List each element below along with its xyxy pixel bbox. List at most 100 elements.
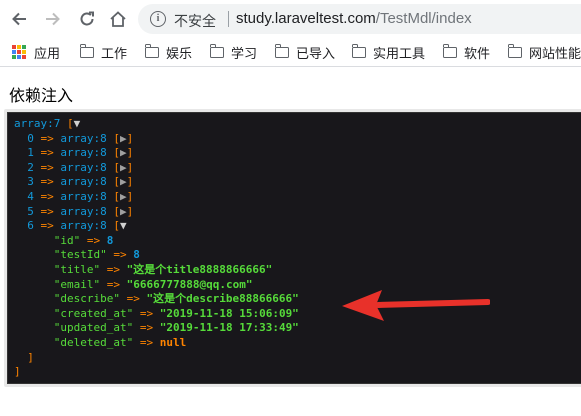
dump-field-value: "这是个describe88866666" [146, 292, 299, 306]
dump-item-index: 0 [27, 131, 34, 145]
bookmarks-bar: 应用 工作 娱乐 学习 已导入 实用工具 软件 网站性能 [0, 38, 581, 67]
collapsed-toggle-icon[interactable]: ▶ [120, 132, 127, 145]
dump-open-bracket: [ [113, 131, 120, 145]
dump-field-key: "email" [53, 277, 101, 291]
expanded-toggle-icon[interactable]: ▼ [120, 219, 127, 232]
folder-icon [507, 43, 522, 58]
dump-field-value: "2019-11-18 15:06:09" [159, 306, 299, 320]
dump-arrow: => [40, 160, 54, 174]
dump-close-bracket: ] [126, 131, 134, 145]
url-text[interactable]: study.laraveltest.com/TestMdl/index [236, 10, 472, 27]
dump-open-bracket: [ [113, 175, 120, 189]
dump-arrow: => [40, 219, 54, 233]
bookmark-apps[interactable]: 应用 [12, 43, 60, 61]
dump-field-key: "title" [53, 262, 101, 276]
dump-item-type: array:8 [60, 160, 107, 174]
dump-item-line: 2 => array:8 [▶] [14, 161, 581, 176]
collapsed-toggle-icon[interactable]: ▶ [120, 146, 127, 159]
dump-open-bracket: [ [113, 204, 120, 218]
dump-arrow: => [106, 262, 120, 276]
dump-item-type: array:8 [60, 175, 107, 189]
address-bar[interactable]: i 不安全 study.laraveltest.com/TestMdl/inde… [138, 4, 581, 34]
dump-close-bracket: ] [126, 204, 134, 218]
folder-icon [351, 43, 366, 58]
dump-arrow: => [40, 131, 54, 145]
dump-open-bracket: [ [113, 146, 120, 160]
dump-arrow: => [40, 204, 54, 218]
bookmark-label: 娱乐 [166, 45, 193, 61]
browser-toolbar: i 不安全 study.laraveltest.com/TestMdl/inde… [0, 0, 581, 38]
dump-item-type: array:8 [60, 204, 107, 218]
dump-arrow: => [40, 175, 54, 189]
collapsed-toggle-icon[interactable]: ▶ [120, 205, 127, 218]
dump-item-index: 2 [27, 160, 34, 174]
dump-field-value: null [159, 335, 187, 349]
bookmark-folder-software[interactable]: 软件 [442, 43, 490, 61]
dump-items: 0 => array:8 [▶] 1 => array:8 [▶] 2 => a… [14, 132, 581, 366]
bookmark-label: 学习 [231, 45, 258, 61]
dump-arrow: => [40, 189, 54, 203]
collapsed-toggle-icon[interactable]: ▶ [120, 190, 127, 203]
dump-field-line: "describe" => "这是个describe88866666" [14, 292, 581, 307]
dump-item-index: 3 [27, 175, 34, 189]
address-separator [228, 11, 229, 27]
bookmark-folder-tools[interactable]: 实用工具 [351, 43, 425, 61]
dump-field-line: "created_at" => "2019-11-18 15:06:09" [14, 307, 581, 322]
dump-close-bracket: ] [126, 146, 134, 160]
folder-icon [79, 43, 94, 58]
annotation-arrow [342, 290, 490, 321]
dump-arrow: => [139, 335, 154, 349]
bookmark-label: 应用 [34, 45, 61, 61]
dump-field-value: "2019-11-18 17:33:49" [159, 321, 299, 335]
folder-icon [442, 43, 457, 58]
dump-open-bracket: [ [113, 189, 120, 203]
dump-item-line: 3 => array:8 [▶] [14, 175, 581, 190]
insecure-label[interactable]: 不安全 [174, 11, 216, 31]
folder-icon [274, 43, 289, 58]
dump-field-line: "title" => "这是个title8888866666" [14, 263, 581, 278]
dump-item-type: array:8 [60, 189, 107, 203]
dump-arrow: => [86, 233, 101, 247]
dump-close-bracket: ] [27, 350, 34, 364]
bookmark-folder-study[interactable]: 学习 [209, 43, 258, 61]
forward-arrow-icon[interactable] [42, 8, 64, 30]
expanded-toggle-icon[interactable]: ▼ [74, 117, 81, 130]
dump-item-index: 4 [27, 189, 34, 203]
reload-icon[interactable] [76, 8, 98, 30]
bookmark-folder-site-performance[interactable]: 网站性能 [507, 43, 581, 61]
dump-arrow: => [106, 277, 120, 291]
folder-icon [144, 43, 159, 58]
dump-item-line: 4 => array:8 [▶] [14, 190, 581, 205]
dump-item-line: 5 => array:8 [▶] [14, 205, 581, 220]
dump-field-value: 8 [133, 248, 140, 262]
dump-item-close: ] [14, 351, 581, 366]
dump-open-bracket: [ [66, 117, 74, 130]
dump-field-key: "created_at" [53, 306, 134, 320]
var-dump: array:7 [▼ 0 => array:8 [▶] 1 => array:8… [7, 112, 581, 384]
home-icon[interactable] [107, 8, 129, 30]
url-path: /TestMdl/index [375, 10, 472, 27]
dump-open-bracket: [ [113, 219, 120, 233]
dump-field-key: "id" [53, 233, 81, 247]
dump-field-key: "testId" [53, 248, 107, 262]
dump-open-bracket: [ [113, 160, 120, 174]
bookmark-label: 网站性能 [529, 45, 581, 61]
bookmark-folder-entertainment[interactable]: 娱乐 [144, 43, 193, 61]
dump-close-bracket: ] [14, 365, 21, 379]
dump-root-close: ] [14, 365, 581, 380]
dump-item-type: array:8 [60, 219, 107, 233]
dump-item-index: 5 [27, 204, 34, 218]
dump-field-line: "updated_at" => "2019-11-18 17:33:49" [14, 321, 581, 336]
collapsed-toggle-icon[interactable]: ▶ [120, 175, 127, 188]
var-dump-frame: array:7 [▼ 0 => array:8 [▶] 1 => array:8… [4, 109, 581, 387]
dump-arrow: => [139, 321, 154, 335]
dump-item-line: 0 => array:8 [▶] [14, 132, 581, 147]
info-icon[interactable]: i [150, 11, 166, 27]
back-arrow-icon[interactable] [8, 8, 30, 30]
bookmark-folder-imported[interactable]: 已导入 [274, 43, 335, 61]
dump-item-line: 1 => array:8 [▶] [14, 146, 581, 161]
bookmark-folder-work[interactable]: 工作 [79, 43, 127, 61]
collapsed-toggle-icon[interactable]: ▶ [120, 161, 127, 174]
apps-grid-icon [12, 45, 26, 59]
dump-item-index: 1 [27, 146, 34, 160]
